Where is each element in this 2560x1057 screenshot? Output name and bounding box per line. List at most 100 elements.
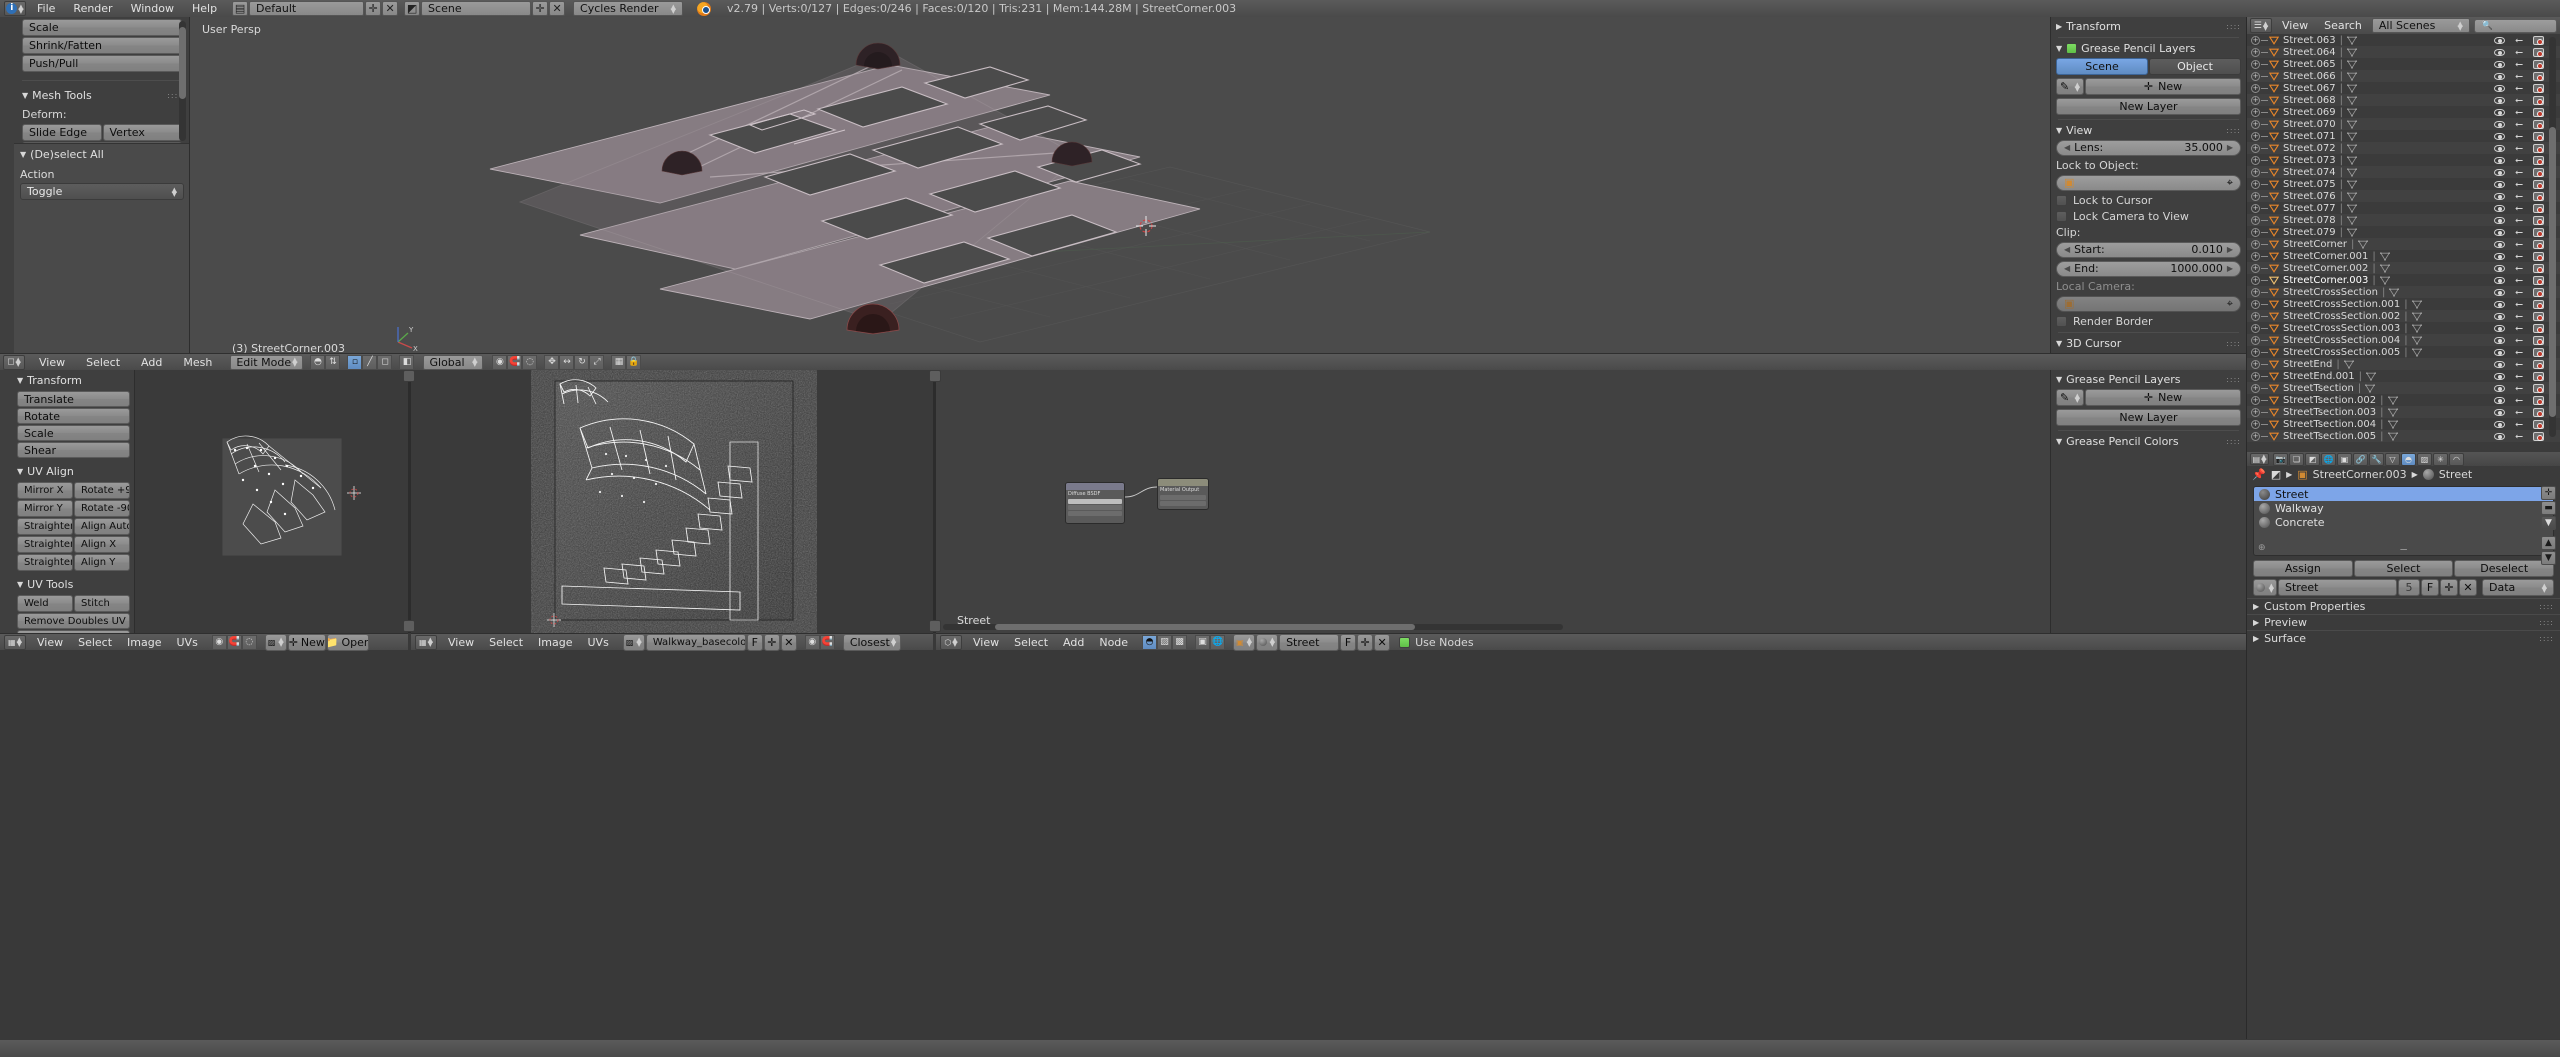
selectable-icon[interactable]: ⭠	[2515, 347, 2523, 358]
tab-render[interactable]: 📷	[2273, 452, 2288, 466]
hide-in-render-icon[interactable]	[2533, 227, 2544, 237]
expand-toggle-icon[interactable]: +	[2251, 299, 2260, 309]
hide-in-render-icon[interactable]	[2533, 35, 2544, 45]
hide-in-render-icon[interactable]	[2533, 167, 2544, 177]
hide-in-viewport-icon[interactable]	[2494, 420, 2505, 428]
expand-toggle-icon[interactable]: +	[2251, 311, 2260, 321]
proportional-edit-icon[interactable]: ◌	[522, 354, 538, 370]
move-slot-up-button[interactable]: ▲	[2541, 536, 2556, 550]
expand-toggle-icon[interactable]: +	[2251, 35, 2260, 45]
render-engine-dropdown[interactable]: Cycles Render ▲ ▼	[573, 1, 684, 16]
tab-world[interactable]: 🌐	[2321, 452, 2336, 466]
uv-open-image-button-1[interactable]: 📁 Open	[326, 633, 369, 651]
expand-toggle-icon[interactable]: +	[2251, 71, 2260, 81]
outliner-item-name[interactable]: Street.071	[2283, 131, 2336, 142]
transform-orientation-dropdown[interactable]: Global ▲ ▼	[423, 354, 484, 370]
eyedropper-icon[interactable]: ⌖	[2227, 297, 2233, 311]
selectable-icon[interactable]: ⭠	[2515, 167, 2523, 178]
expand-toggle-icon[interactable]: +	[2251, 203, 2260, 213]
view3d-menu-add[interactable]: Add	[132, 354, 171, 371]
outliner-item-name[interactable]: Street.064	[2283, 47, 2336, 58]
gp-datablock-selector-2[interactable]: ✎ ▲ ▼	[2056, 389, 2084, 406]
outliner-item-name[interactable]: StreetEnd	[2283, 359, 2332, 370]
selectable-icon[interactable]: ⭠	[2515, 119, 2523, 130]
gp-object-button[interactable]: Object	[2149, 58, 2241, 75]
delete-scene-button[interactable]: ✕	[549, 1, 566, 16]
fake-user-button[interactable]: F	[2421, 579, 2439, 596]
hide-in-render-icon[interactable]	[2533, 359, 2544, 369]
uv-pivot-icon[interactable]: ◉	[211, 634, 227, 650]
chevron-left-icon[interactable]: ◀	[2064, 141, 2070, 155]
lock-to-cursor-checkbox[interactable]	[2056, 195, 2067, 206]
expand-toggle-icon[interactable]: +	[2251, 131, 2260, 141]
uv-stitch-button[interactable]: Stitch	[74, 595, 130, 612]
hide-in-render-icon[interactable]	[2533, 59, 2544, 69]
hide-in-render-icon[interactable]	[2533, 71, 2544, 81]
render-border-checkbox[interactable]	[2056, 316, 2067, 327]
outliner-item-name[interactable]: Street.070	[2283, 119, 2336, 130]
outliner-item-name[interactable]: Street.066	[2283, 71, 2336, 82]
interaction-mode-dropdown[interactable]: Edit Mode ▲ ▼	[230, 354, 304, 370]
viewport-shading-icon[interactable]: ◓	[310, 354, 326, 370]
hide-in-render-icon[interactable]	[2533, 299, 2544, 309]
image-unlink-button[interactable]: ✕	[780, 633, 797, 651]
expand-toggle-icon[interactable]: +	[2251, 107, 2260, 117]
outliner-row[interactable]: + StreetCrossSection.003 | ⭠	[2247, 322, 2560, 334]
cursor-panel-header[interactable]: ▼ 3D Cursor ::::	[2056, 337, 2241, 350]
tool-push-pull-button[interactable]: Push/Pull	[22, 55, 182, 72]
gp-new-button-2[interactable]: ✛ New	[2085, 389, 2241, 406]
image-fake-user-button[interactable]: F	[746, 633, 763, 651]
outliner-menu-view[interactable]: View	[2276, 17, 2314, 34]
uv-new-image-button-1[interactable]: ✛ New	[287, 633, 326, 651]
node-volume-socket-row[interactable]	[1160, 501, 1206, 506]
outliner-item-name[interactable]: StreetCrossSection.001	[2283, 299, 2400, 310]
node-horizontal-scrollbar-thumb[interactable]	[995, 624, 1415, 630]
chevron-left-icon[interactable]: ◀	[2064, 243, 2070, 257]
collapsed-panel-header[interactable]: ▶ Preview::::	[2247, 614, 2560, 630]
area-corner-handle-right-bottom[interactable]	[929, 620, 941, 632]
image-editor[interactable]	[410, 370, 935, 633]
outliner-item-name[interactable]: Street.075	[2283, 179, 2336, 190]
selectable-icon[interactable]: ⭠	[2515, 419, 2523, 430]
view3d-menu-select[interactable]: Select	[77, 354, 129, 371]
hide-in-viewport-icon[interactable]	[2494, 60, 2505, 68]
node-color-socket-row[interactable]	[1068, 499, 1122, 504]
manipulator-scale-button[interactable]: ⤢	[589, 354, 605, 370]
hide-in-render-icon[interactable]	[2533, 95, 2544, 105]
node-menu-view[interactable]: View	[967, 634, 1005, 651]
hide-in-render-icon[interactable]	[2533, 347, 2544, 357]
selectable-icon[interactable]: ⭠	[2515, 203, 2523, 214]
render-border-row[interactable]: Render Border	[2056, 315, 2241, 328]
outliner-row[interactable]: + StreetCrossSection.001 | ⭠	[2247, 298, 2560, 310]
gp-scene-button[interactable]: Scene	[2056, 58, 2148, 75]
expand-toggle-icon[interactable]: +	[2251, 323, 2260, 333]
pin-icon[interactable]: 📌	[2252, 468, 2266, 481]
selectable-icon[interactable]: ⭠	[2515, 191, 2523, 202]
tab-constraints[interactable]: 🔗	[2353, 452, 2368, 466]
breadcrumb-material-name[interactable]: Street	[2439, 468, 2472, 481]
material-slot-item[interactable]: Walkway	[2254, 501, 2553, 515]
hide-in-render-icon[interactable]	[2533, 251, 2544, 261]
expand-toggle-icon[interactable]: +	[2251, 395, 2260, 405]
transform-panel-header[interactable]: ▶ Transform ::::	[2056, 20, 2241, 33]
expand-toggle-icon[interactable]: +	[2251, 143, 2260, 153]
shader-node-tree-button[interactable]: ◓	[1142, 634, 1158, 650]
selectable-icon[interactable]: ⭠	[2515, 299, 2523, 310]
hide-in-render-icon[interactable]	[2533, 323, 2544, 333]
toolshelf-scrollbar-thumb[interactable]	[179, 27, 186, 99]
image-menu-view[interactable]: View	[442, 634, 480, 651]
clip-end-field[interactable]: ◀ End: 1000.000 ▶	[2056, 261, 2241, 277]
image-snap-icon[interactable]: 🧲	[819, 634, 835, 650]
expand-toggle-icon[interactable]: +	[2251, 191, 2260, 201]
expand-toggle-icon[interactable]: +	[2251, 59, 2260, 69]
selectable-icon[interactable]: ⭠	[2515, 263, 2523, 274]
material-name-field[interactable]: Street	[2278, 579, 2397, 596]
hide-in-viewport-icon[interactable]	[2494, 252, 2505, 260]
image-menu-select[interactable]: Select	[483, 634, 529, 651]
outliner-row[interactable]: + Street.074 | ⭠	[2247, 166, 2560, 178]
outliner-row[interactable]: + Street.064 | ⭠	[2247, 46, 2560, 58]
expand-toggle-icon[interactable]: +	[2251, 263, 2260, 273]
tool-shrink-fatten-button[interactable]: Shrink/Fatten	[22, 37, 182, 54]
outliner-row[interactable]: + StreetEnd | ⭠	[2247, 358, 2560, 370]
material-specials-menu-button[interactable]: ▼	[2541, 516, 2556, 530]
